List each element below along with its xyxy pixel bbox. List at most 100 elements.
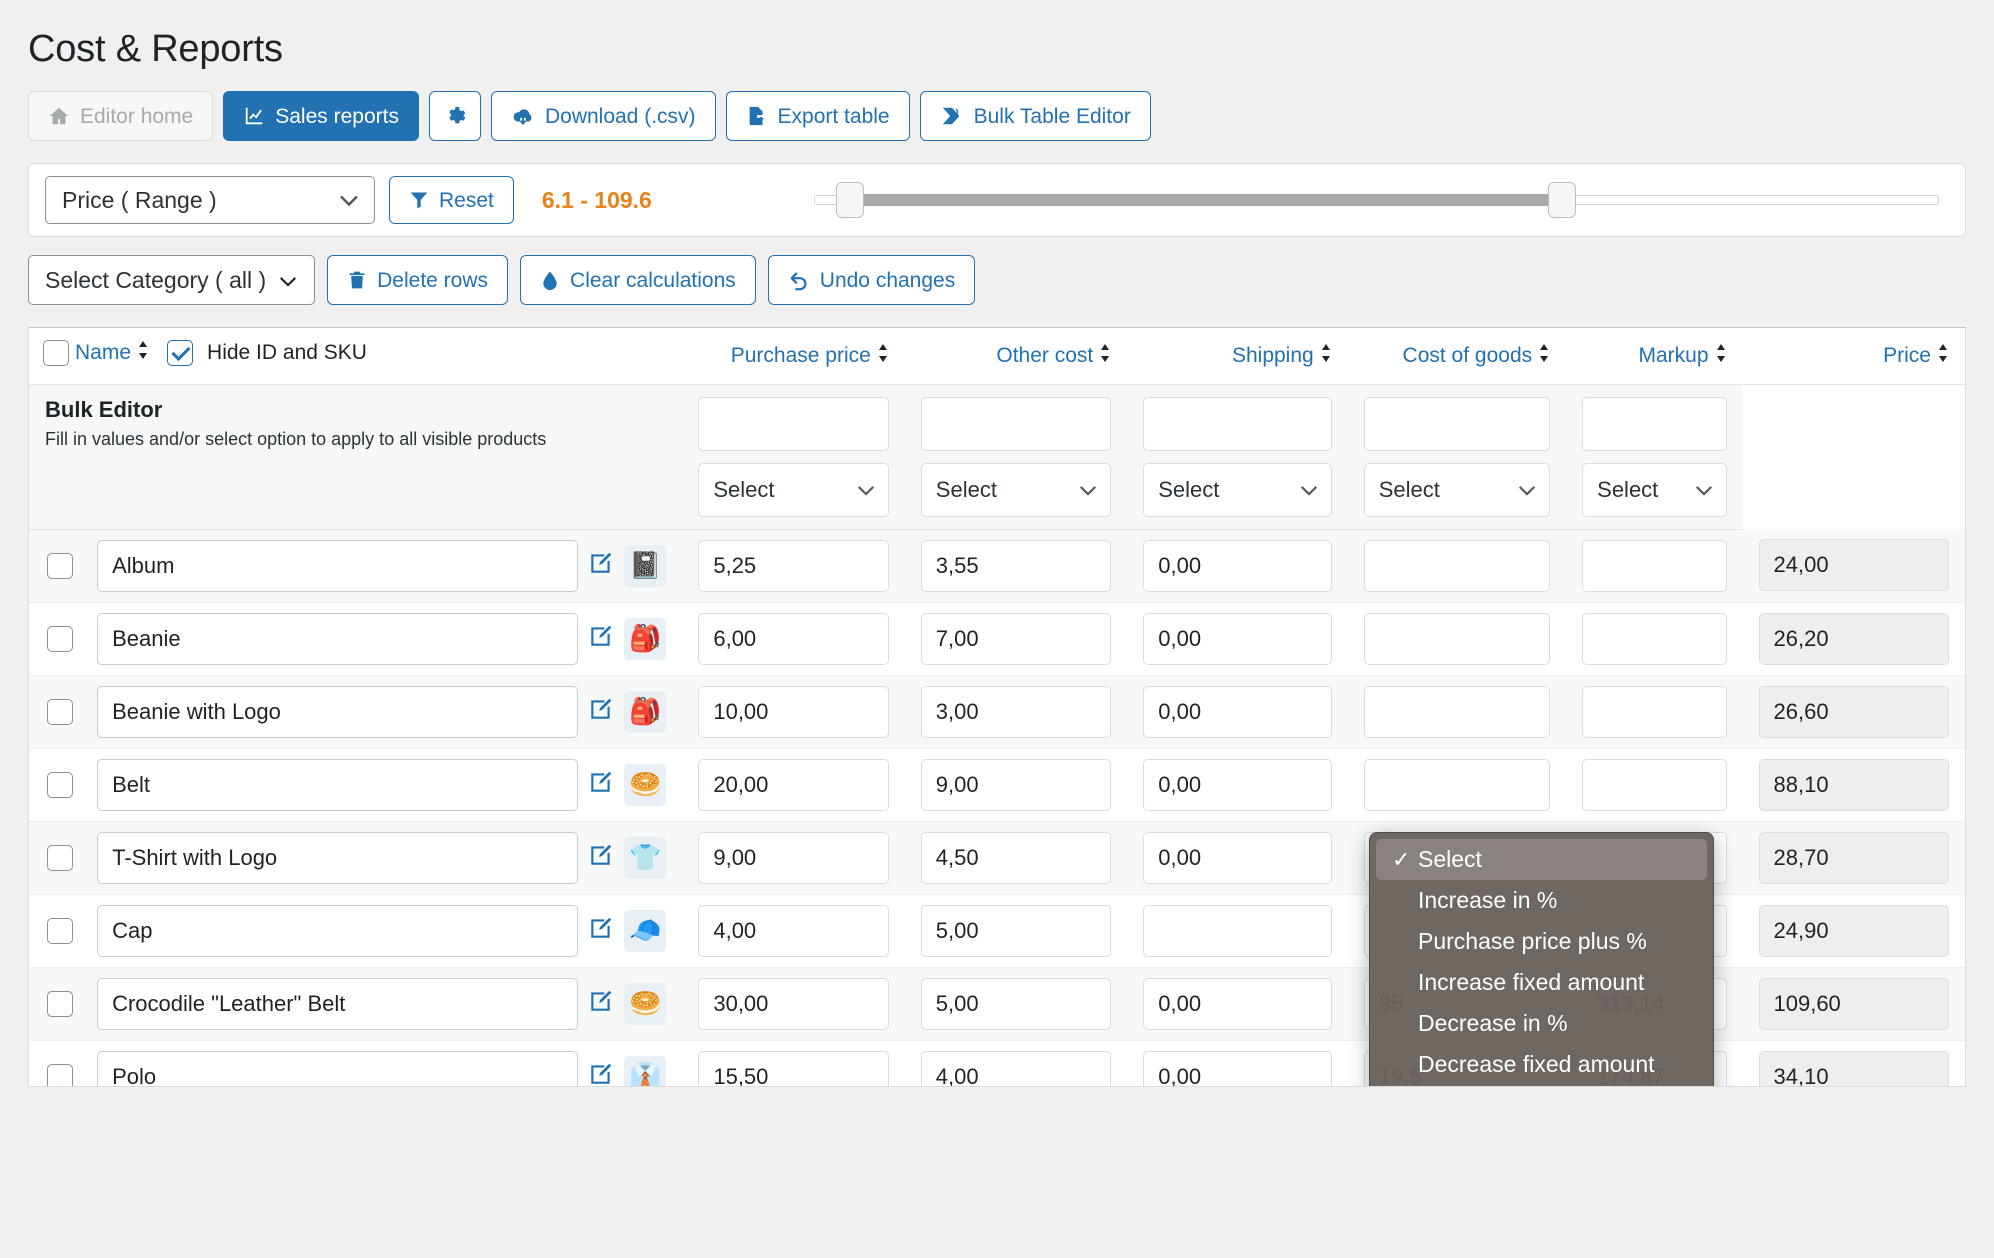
purchase-price-input[interactable]: 6,00 <box>698 612 889 665</box>
product-name-input[interactable]: Belt <box>97 758 579 811</box>
sort-icon[interactable] <box>1937 343 1949 368</box>
purchase-price-input[interactable]: 10,00 <box>698 685 889 738</box>
other-cost-input[interactable]: 5,00 <box>920 904 1112 957</box>
delete-rows-button[interactable]: Delete rows <box>327 255 509 305</box>
edit-icon[interactable] <box>588 1061 614 1086</box>
product-name-input[interactable]: Beanie with Logo <box>97 685 579 738</box>
sort-icon[interactable] <box>1099 343 1111 368</box>
price-input[interactable]: 26,20 <box>1758 612 1949 665</box>
editor-home-button[interactable]: Editor home <box>28 91 214 141</box>
purchase-price-input[interactable]: 5,25 <box>698 539 889 592</box>
sales-reports-button[interactable]: Sales reports <box>223 91 419 141</box>
price-input[interactable]: 109,60 <box>1758 977 1949 1030</box>
dropdown-option[interactable]: Decrease in % <box>1370 1003 1713 1044</box>
sort-icon[interactable] <box>877 343 889 368</box>
purchase-price-input[interactable]: 30,00 <box>698 977 889 1030</box>
price-input[interactable]: 88,10 <box>1758 758 1949 811</box>
other-cost-input[interactable]: 4,00 <box>920 1050 1112 1086</box>
dropdown-option[interactable]: Increase fixed amount <box>1370 962 1713 1003</box>
th-purchase-price[interactable]: Purchase price <box>682 328 905 385</box>
shipping-input[interactable]: 0,00 <box>1143 977 1332 1030</box>
row-checkbox[interactable] <box>47 844 73 871</box>
bulk-editor-input-3[interactable] <box>1363 396 1551 451</box>
markup-input[interactable] <box>1582 612 1727 665</box>
th-price[interactable]: Price <box>1742 328 1965 385</box>
other-cost-input[interactable]: 7,00 <box>920 612 1112 665</box>
price-range-slider[interactable] <box>813 182 1939 218</box>
shipping-input[interactable]: 0,00 <box>1143 758 1332 811</box>
sort-icon[interactable] <box>1320 343 1332 368</box>
settings-button[interactable] <box>428 91 481 141</box>
other-cost-input[interactable]: 3,55 <box>920 539 1112 592</box>
row-checkbox[interactable] <box>47 552 73 579</box>
other-cost-input[interactable]: 9,00 <box>920 758 1112 811</box>
price-input[interactable]: 28,70 <box>1758 831 1949 884</box>
sort-icon[interactable] <box>1538 343 1550 368</box>
bulk-editor-select-0[interactable]: Select <box>698 462 889 517</box>
price-input[interactable]: 24,90 <box>1758 904 1949 957</box>
product-name-input[interactable]: Crocodile "Leather" Belt <box>97 977 579 1030</box>
markup-input[interactable] <box>1582 758 1727 811</box>
clear-calculations-button[interactable]: Clear calculations <box>520 255 756 305</box>
purchase-price-input[interactable]: 9,00 <box>698 831 889 884</box>
cost-of-goods-input[interactable] <box>1363 612 1551 665</box>
export-table-button[interactable]: Export table <box>725 91 910 141</box>
product-name-input[interactable]: Album <box>97 539 579 592</box>
cost-of-goods-input[interactable] <box>1363 758 1551 811</box>
slider-handle-max[interactable] <box>1548 182 1577 218</box>
edit-icon[interactable] <box>588 623 614 654</box>
edit-icon[interactable] <box>588 842 614 873</box>
cost-of-goods-input[interactable] <box>1363 685 1551 738</box>
other-cost-input[interactable]: 3,00 <box>920 685 1112 738</box>
undo-changes-button[interactable]: Undo changes <box>767 255 976 305</box>
markup-input[interactable] <box>1582 539 1727 592</box>
bulk-editor-input-2[interactable] <box>1143 396 1332 451</box>
bulk-editor-select-3[interactable]: Select <box>1363 462 1551 517</box>
sort-icon[interactable] <box>137 340 149 365</box>
purchase-price-input[interactable]: 20,00 <box>698 758 889 811</box>
bulk-table-editor-button[interactable]: Bulk Table Editor <box>919 91 1151 141</box>
category-select[interactable]: Select Category ( all ) <box>28 255 316 305</box>
edit-icon[interactable] <box>588 550 614 581</box>
th-shipping[interactable]: Shipping <box>1127 328 1348 385</box>
shipping-input[interactable]: 0,00 <box>1143 831 1332 884</box>
hide-id-sku-checkbox[interactable] <box>167 339 194 366</box>
row-checkbox[interactable] <box>47 771 73 798</box>
shipping-input[interactable]: 0,00 <box>1143 539 1332 592</box>
product-name-input[interactable]: Polo <box>97 1050 579 1086</box>
shipping-input[interactable]: 0,00 <box>1143 1050 1332 1086</box>
download-csv-button[interactable]: Download (.csv) <box>490 91 716 141</box>
bulk-editor-input-1[interactable] <box>920 396 1112 451</box>
edit-icon[interactable] <box>588 769 614 800</box>
purchase-price-input[interactable]: 15,50 <box>698 1050 889 1086</box>
sort-icon[interactable] <box>1715 343 1727 368</box>
other-cost-input[interactable]: 5,00 <box>920 977 1112 1030</box>
th-other-cost[interactable]: Other cost <box>904 328 1128 385</box>
product-name-input[interactable]: Beanie <box>97 612 579 665</box>
bulk-editor-input-0[interactable] <box>698 396 889 451</box>
edit-icon[interactable] <box>588 915 614 946</box>
reset-filter-button[interactable]: Reset <box>389 176 514 224</box>
row-checkbox[interactable] <box>47 625 73 652</box>
edit-icon[interactable] <box>588 988 614 1019</box>
price-input[interactable]: 26,60 <box>1758 685 1949 738</box>
shipping-input[interactable]: 0,00 <box>1143 612 1332 665</box>
row-checkbox[interactable] <box>47 698 73 725</box>
markup-input[interactable] <box>1582 685 1727 738</box>
row-checkbox[interactable] <box>47 917 73 944</box>
purchase-price-input[interactable]: 4,00 <box>698 904 889 957</box>
shipping-input[interactable] <box>1143 904 1332 957</box>
product-name-input[interactable]: T-Shirt with Logo <box>97 831 579 884</box>
bulk-editor-select-4[interactable]: Select <box>1582 462 1727 517</box>
price-input[interactable]: 24,00 <box>1758 539 1949 592</box>
other-cost-input[interactable]: 4,50 <box>920 831 1112 884</box>
bulk-editor-select-2[interactable]: Select <box>1143 462 1332 517</box>
th-cost-of-goods[interactable]: Cost of goods <box>1347 328 1567 385</box>
dropdown-option[interactable]: Decrease fixed amount <box>1370 1044 1713 1085</box>
row-checkbox[interactable] <box>47 1063 73 1086</box>
select-all-checkbox[interactable] <box>43 339 69 366</box>
dropdown-option[interactable]: ✓ Select <box>1376 839 1707 880</box>
bulk-editor-select-1[interactable]: Select <box>920 462 1112 517</box>
filter-field-select[interactable]: Price ( Range ) <box>45 176 375 224</box>
th-markup[interactable]: Markup <box>1566 328 1743 385</box>
